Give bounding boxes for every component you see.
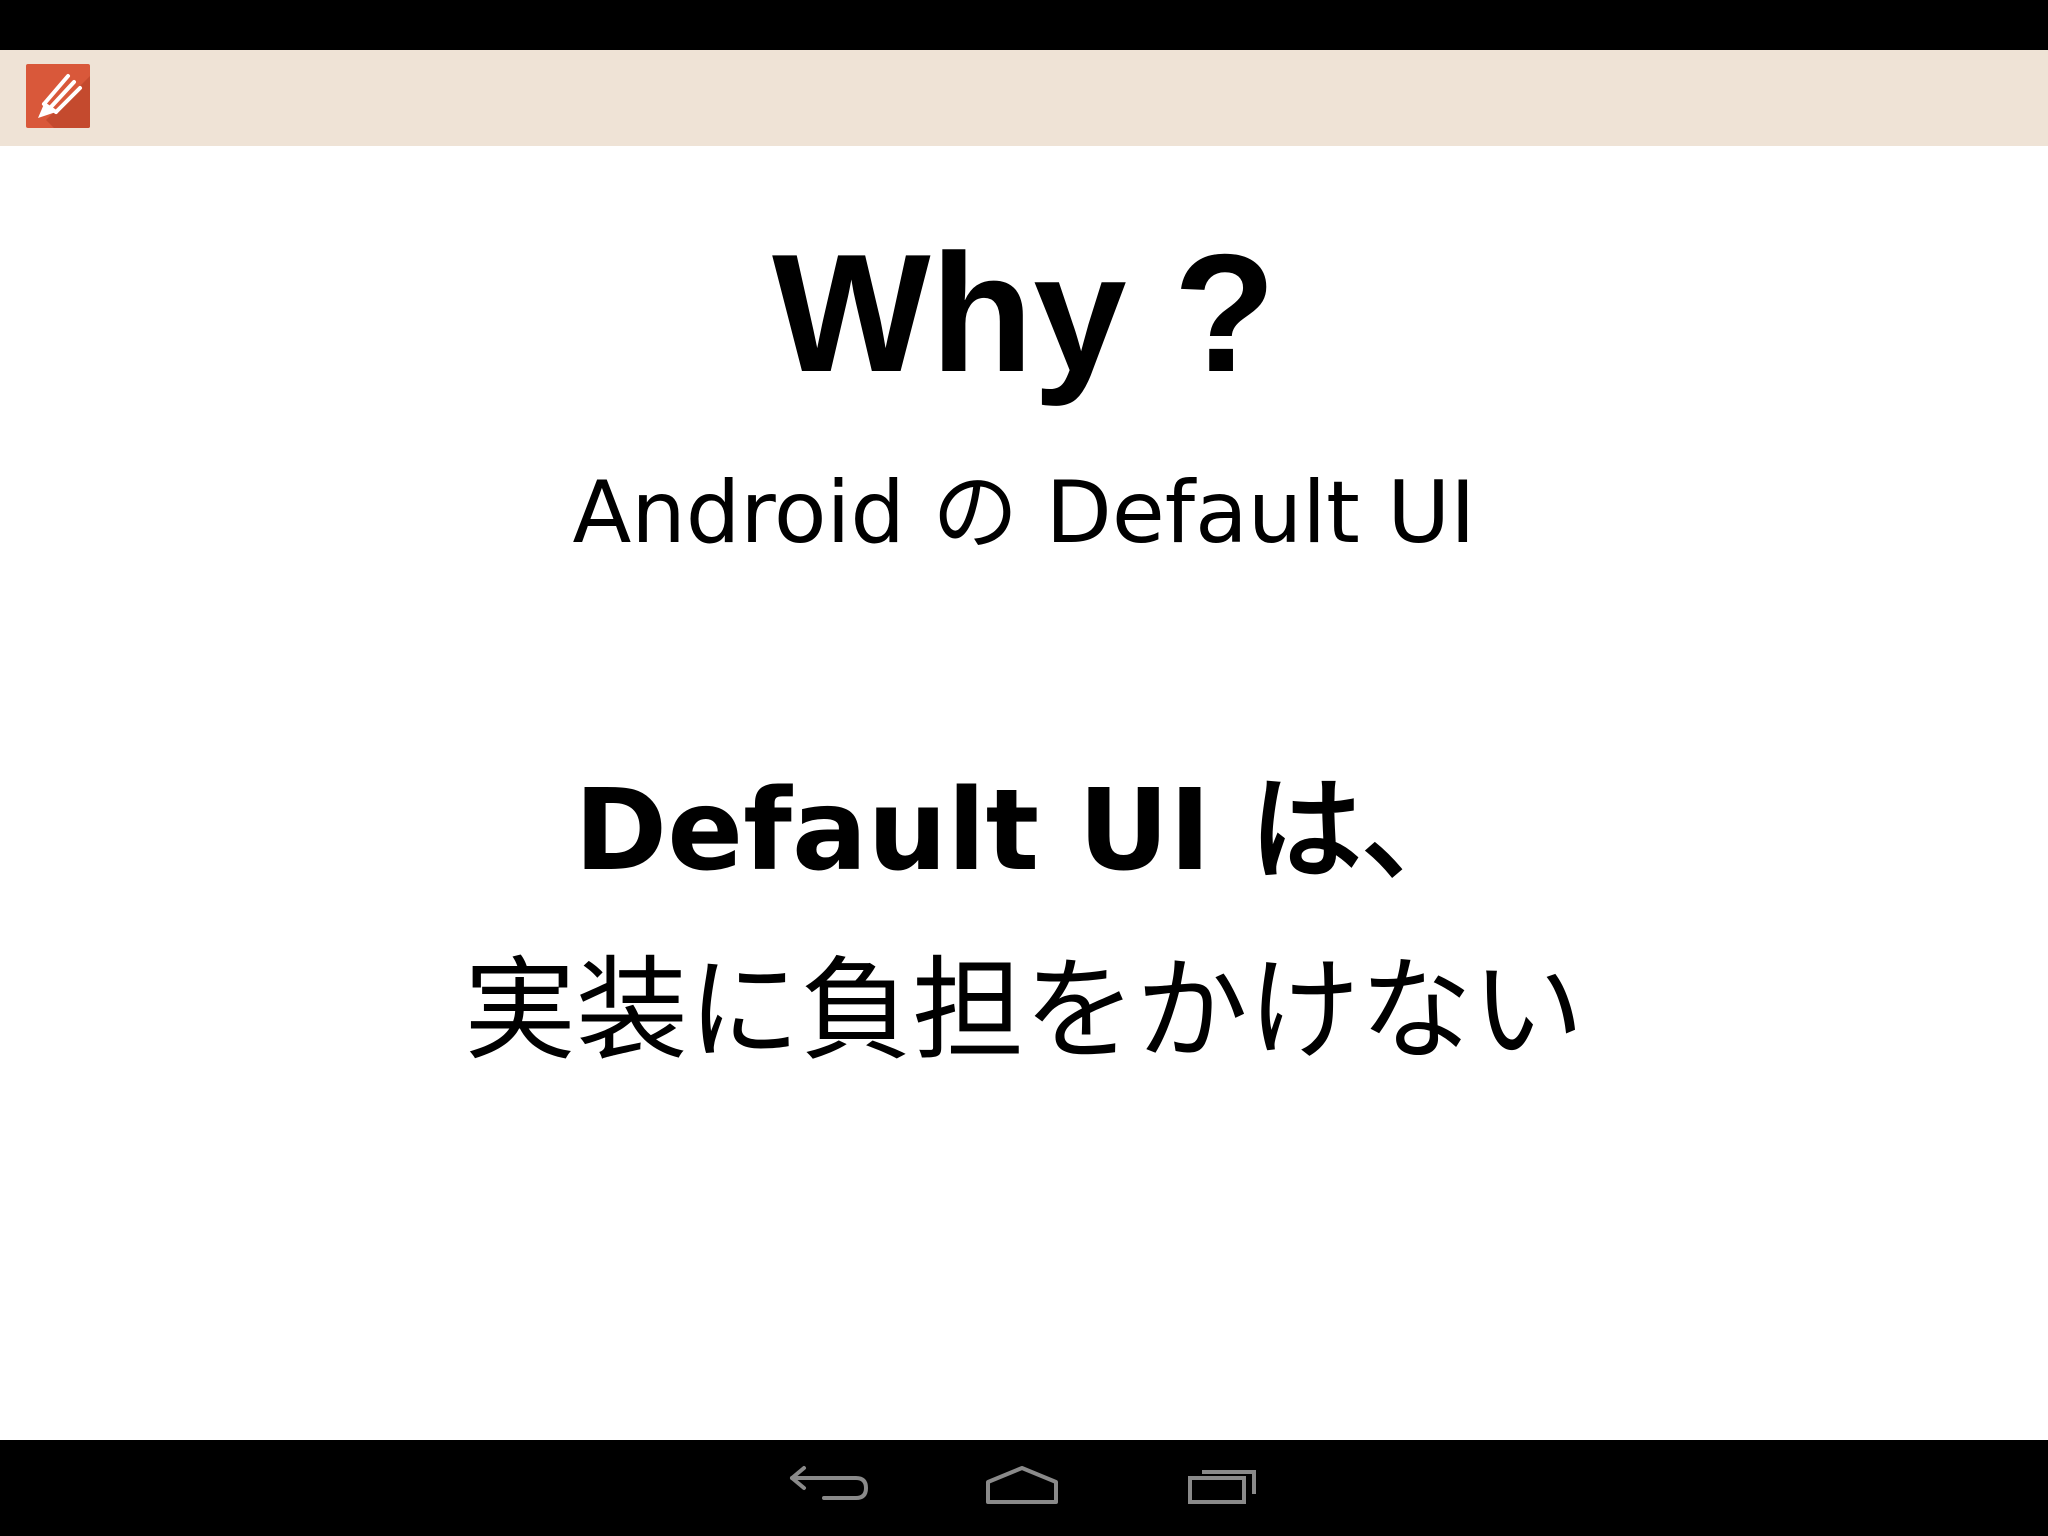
slide-title: Why ? xyxy=(772,219,1276,407)
slide-statement-line-2: 実装に負担をかけない xyxy=(464,946,1584,1076)
back-icon[interactable] xyxy=(772,1460,872,1516)
home-icon[interactable] xyxy=(972,1460,1072,1516)
pencil-icon[interactable] xyxy=(26,64,90,128)
screen: Why ? Android の Default UI Default UI は、… xyxy=(0,0,2048,1536)
status-bar xyxy=(0,0,2048,50)
slide-content: Why ? Android の Default UI Default UI は、… xyxy=(0,146,2048,1440)
navigation-bar xyxy=(0,1440,2048,1536)
slide-subtitle: Android の Default UI xyxy=(572,463,1476,563)
action-bar xyxy=(0,50,2048,146)
slide-statement-line-1: Default UI は、 xyxy=(574,766,1474,896)
recent-apps-icon[interactable] xyxy=(1176,1460,1276,1516)
